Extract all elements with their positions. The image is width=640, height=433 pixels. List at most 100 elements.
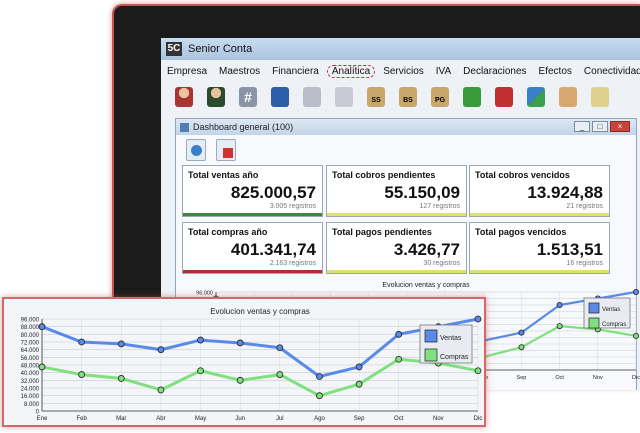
y-tick-label: 40.000: [21, 371, 40, 377]
card-total-ventas: Total ventas año 825.000,57 3.005 regist…: [182, 165, 323, 217]
card-count: 21 registros: [566, 203, 603, 210]
handshake-icon[interactable]: [555, 84, 581, 110]
data-point-ventas: [117, 340, 125, 348]
y-tick-label: 96.000: [196, 291, 213, 297]
data-point-ventas: [518, 329, 525, 336]
minimize-button[interactable]: _: [574, 121, 590, 132]
y-tick-label: 0: [36, 410, 40, 416]
data-point-compras: [355, 380, 363, 388]
user-icon[interactable]: [203, 84, 229, 110]
y-tick-label: 80.000: [21, 333, 40, 339]
card-value: 55.150,09: [384, 183, 460, 202]
card-label: Total compras año: [188, 227, 268, 237]
card-status-bar: [470, 213, 609, 216]
x-tick-label: Ene: [37, 416, 48, 422]
legend-label-compras: Compras: [440, 354, 469, 361]
y-tick-label: 16.000: [21, 394, 40, 400]
menu-analitica[interactable]: Analítica: [326, 64, 376, 78]
balance-pg-icon[interactable]: PG: [427, 84, 453, 110]
card-value: 825.000,57: [230, 183, 316, 202]
menu-efectos[interactable]: Efectos: [533, 65, 578, 78]
data-point-ventas: [157, 346, 165, 354]
x-tick-label: May: [195, 416, 206, 422]
card-status-bar: [327, 270, 466, 273]
data-point-compras: [518, 344, 525, 351]
y-tick-label: 96.000: [21, 318, 40, 324]
data-point-ventas: [197, 336, 204, 344]
menu-conectividad[interactable]: Conectividad: [578, 65, 640, 78]
chart-title: Evolucion ventas y compras: [210, 307, 310, 316]
book-icon[interactable]: [267, 84, 293, 110]
data-point-ventas: [395, 330, 403, 338]
data-point-ventas: [632, 288, 639, 295]
card-pagos-vencidos: Total pagos vencidos 1.513,51 16 registr…: [469, 222, 610, 274]
hash-icon[interactable]: #: [235, 84, 261, 110]
data-point-compras: [276, 371, 284, 378]
data-point-compras: [632, 332, 639, 339]
more-icon[interactable]: [587, 84, 613, 110]
close-button[interactable]: ×: [610, 121, 630, 132]
window-icon: [180, 122, 189, 132]
data-point-ventas: [556, 301, 563, 308]
green-book-icon[interactable]: [459, 84, 485, 110]
toolbar: # SS BS PG: [171, 82, 613, 112]
app-logo: 5C: [166, 42, 182, 56]
data-point-ventas: [355, 363, 363, 371]
y-tick-label: 56.000: [21, 356, 40, 362]
data-point-ventas: [316, 373, 323, 380]
balance-bs-icon[interactable]: BS: [395, 84, 421, 110]
cards-icon[interactable]: [299, 84, 325, 110]
menu-servicios[interactable]: Servicios: [377, 65, 430, 78]
maximize-button[interactable]: □: [592, 121, 608, 132]
delete-icon[interactable]: [216, 139, 236, 161]
card-count: 2.163 registros: [269, 260, 316, 267]
x-tick-label: Jun: [235, 416, 245, 422]
card-cobros-pendientes: Total cobros pendientes 55.150,09 127 re…: [326, 165, 467, 217]
data-point-compras: [78, 371, 86, 378]
transfer-icon[interactable]: [523, 84, 549, 110]
x-tick-label: Oct: [555, 375, 564, 381]
y-tick-label: 72.000: [21, 341, 40, 347]
x-tick-label: Jul: [276, 416, 284, 422]
title-bar: 5C Senior Conta: [161, 38, 640, 60]
data-point-compras: [316, 392, 323, 400]
card-value: 3.426,77: [393, 240, 460, 259]
data-point-compras: [197, 367, 204, 375]
y-tick-label: 88.000: [21, 325, 40, 331]
x-tick-label: Nov: [593, 375, 603, 381]
legend-swatch-ventas: [424, 329, 438, 343]
card-cobros-vencidos: Total cobros vencidos 13.924,88 21 regis…: [469, 165, 610, 217]
data-point-compras: [157, 386, 165, 394]
card-total-compras: Total compras año 401.341,74 2.163 regis…: [182, 222, 323, 274]
menu-iva[interactable]: IVA: [430, 65, 457, 78]
card-label: Total ventas año: [188, 170, 259, 180]
card-status-bar: [183, 213, 322, 216]
data-point-ventas: [38, 323, 46, 331]
chart-callout: Evolucion ventas y compras 0 8.000 16.000 24…: [2, 297, 486, 427]
refresh-icon[interactable]: [186, 139, 206, 161]
card-label: Total pagos vencidos: [475, 227, 567, 237]
zoomed-chart: Evolucion ventas y compras 0 8.000 16.00024…: [21, 307, 483, 422]
users-icon[interactable]: [171, 84, 197, 110]
data-point-compras: [556, 323, 563, 330]
menu-empresa[interactable]: Empresa: [161, 65, 213, 78]
y-tick-label: 8.000: [24, 402, 40, 408]
card-count: 30 registros: [423, 260, 460, 267]
data-point-ventas: [78, 338, 86, 346]
x-tick-label: Dic: [632, 375, 640, 381]
legend-label-ventas: Ventas: [602, 307, 620, 313]
card-label: Total pagos pendientes: [332, 227, 432, 237]
card-count: 127 registros: [419, 203, 460, 210]
legend-swatch-ventas: [588, 302, 600, 314]
data-point-compras: [236, 376, 244, 384]
menu-maestros[interactable]: Maestros: [213, 65, 266, 78]
coins-icon[interactable]: [331, 84, 357, 110]
menu-declaraciones[interactable]: Declaraciones: [457, 65, 532, 78]
dashboard-title: Dashboard general (100): [193, 122, 294, 132]
x-tick-label: Mar: [116, 416, 126, 422]
menu-financiera[interactable]: Financiera: [266, 65, 325, 78]
x-tick-label: Sep: [354, 416, 365, 422]
y-tick-label: 64.000: [21, 348, 40, 354]
balance-ss-icon[interactable]: SS: [363, 84, 389, 110]
red-book-icon[interactable]: [491, 84, 517, 110]
